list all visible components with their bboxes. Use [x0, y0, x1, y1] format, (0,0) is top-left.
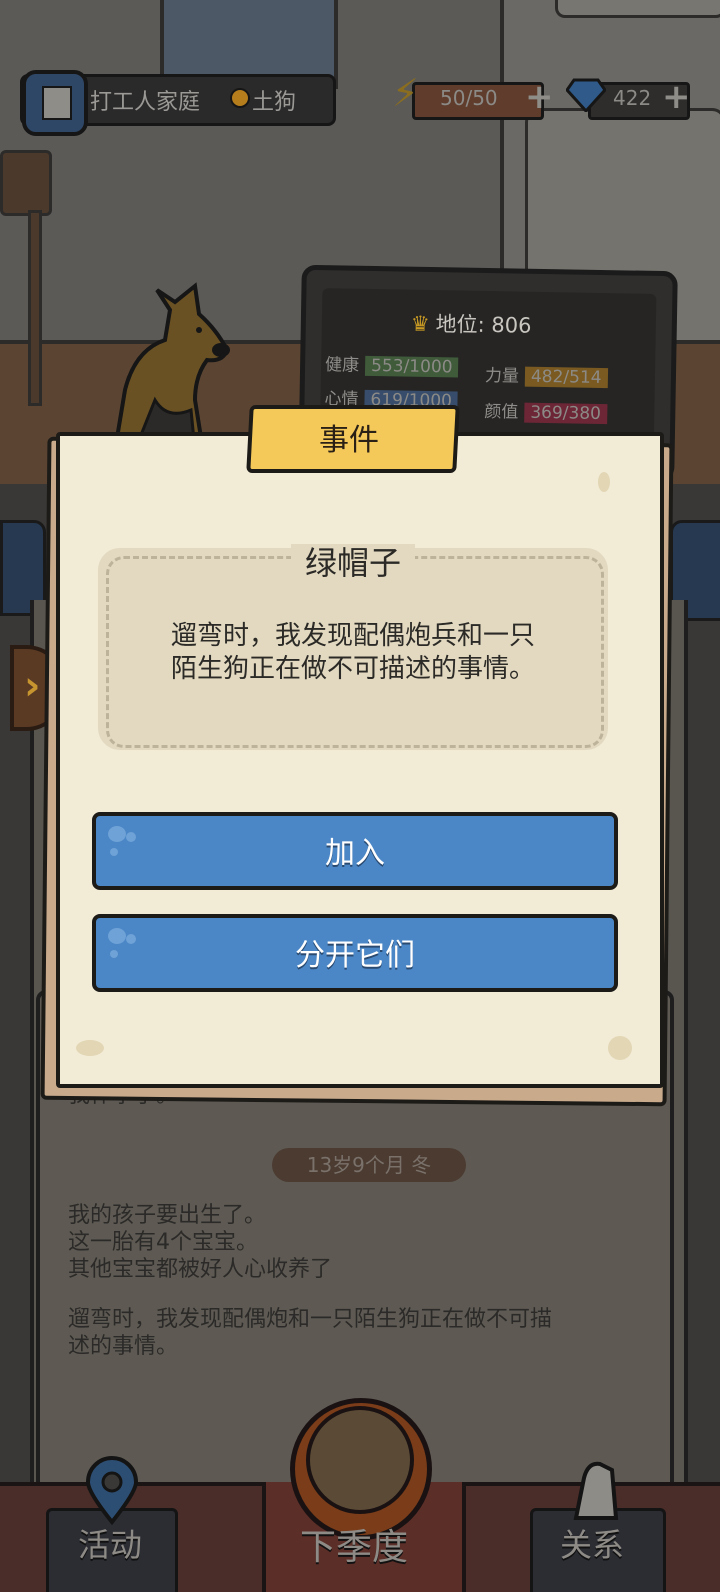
- add-gems-button[interactable]: +: [662, 80, 691, 114]
- bar-stool: [0, 150, 52, 406]
- dialog-tag: 事件: [246, 405, 460, 473]
- paper-stain: [76, 1040, 104, 1056]
- handshake-icon: [573, 1461, 619, 1520]
- log-line: 我的孩子要出生了。: [68, 1203, 267, 1228]
- dialog-tag-title: 事件: [319, 423, 379, 458]
- medal-icon: [230, 88, 250, 108]
- building-icon: [22, 70, 88, 136]
- lightning-icon: ⚡: [392, 71, 419, 115]
- dog-character[interactable]: [95, 280, 235, 450]
- family-name: 打工人家庭: [90, 90, 201, 115]
- crown-icon: ♛: [410, 311, 430, 336]
- paw-icon: [306, 1406, 414, 1514]
- diamond-icon: [566, 78, 606, 112]
- fridge-top: [555, 0, 720, 18]
- chevron-right-icon: ›: [24, 663, 41, 709]
- paper-stain: [598, 472, 610, 492]
- log-line: 其他宝宝都被好人心收养了: [68, 1257, 333, 1282]
- stat-strength: 力量 482/514: [485, 361, 608, 389]
- paper-stain: [608, 1036, 632, 1060]
- nav-next-season-label: 下季度: [300, 1527, 409, 1568]
- event-description: 遛弯时，我发现配偶炮兵和一只 陌生狗正在做不可描述的事情。: [170, 621, 535, 684]
- gem-value: 422: [613, 86, 652, 110]
- choice-separate-button[interactable]: 分开它们: [92, 914, 618, 992]
- event-title: 绿帽子: [98, 538, 608, 584]
- nav-activity-label: 活动: [78, 1526, 143, 1564]
- stat-looks: 颜值 369/380: [484, 397, 608, 425]
- choice-join-label: 加入: [325, 836, 385, 871]
- log-line: 述的事情。: [68, 1334, 179, 1359]
- nav-relations-label: 关系: [560, 1526, 625, 1564]
- log-line: 遛弯时，我发现配偶炮和一只陌生狗正在做不可描: [68, 1307, 553, 1332]
- choice-join-button[interactable]: 加入: [92, 812, 618, 890]
- status-label: ♛ 地位: 806: [410, 311, 532, 338]
- stat-health: 健康 553/1000: [325, 350, 459, 378]
- add-energy-button[interactable]: +: [525, 80, 554, 114]
- energy-value: 50/50: [440, 86, 498, 110]
- age-badge: 13岁9个月 冬: [272, 1148, 466, 1182]
- breed-label: 土狗: [252, 90, 297, 115]
- log-line: 这一胎有4个宝宝。: [68, 1230, 258, 1255]
- choice-separate-label: 分开它们: [295, 938, 415, 973]
- map-pin-icon: [85, 1456, 139, 1526]
